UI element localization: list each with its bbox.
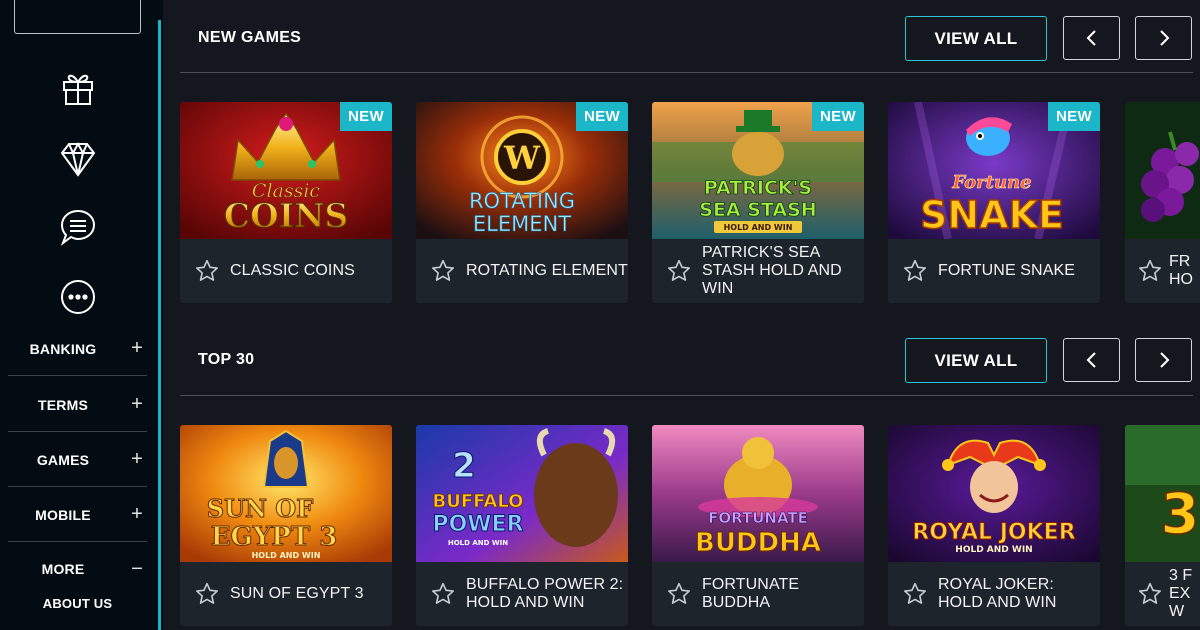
game-title: CLASSIC COINS: [230, 262, 355, 279]
section-title-new-games: NEW GAMES: [198, 29, 302, 46]
game-card[interactable]: 2 BUFFALO POWER HOLD AND WIN BUFFALO POW…: [416, 425, 628, 626]
section-divider: [180, 395, 1193, 396]
chevron-left-icon: [1086, 352, 1096, 368]
art-text: HOLD AND WIN: [955, 545, 1032, 555]
about-us-link[interactable]: ABOUT US: [8, 596, 147, 611]
menu-label: BANKING: [29, 340, 97, 357]
art-text: SNAKE: [920, 193, 1064, 237]
game-title: ROTATING ELEMENT: [466, 262, 628, 279]
game-card[interactable]: SUN OF EGYPT 3 HOLD AND WIN SUN OF EGYPT…: [180, 425, 392, 626]
game-thumbnail: FORTUNATE BUDDHA: [652, 425, 864, 562]
art-text: EGYPT 3: [211, 522, 338, 552]
art-text: SEA STASH: [699, 199, 816, 221]
expand-icon[interactable]: +: [127, 448, 147, 471]
game-title: PATRICK'S SEA STASH HOLD AND WIN: [702, 244, 842, 297]
game-thumbnail: SUN OF EGYPT 3 HOLD AND WIN: [180, 425, 392, 562]
game-title: FR HO: [1169, 253, 1193, 288]
favorite-star-icon[interactable]: [194, 258, 220, 284]
art-text: ROTATING: [469, 189, 575, 213]
art-text: Fortune: [951, 172, 1031, 193]
gift-icon[interactable]: [56, 66, 100, 110]
menu-label: MOBILE: [35, 506, 91, 523]
diamond-icon[interactable]: [56, 137, 100, 181]
menu-banking[interactable]: BANKING +: [8, 322, 147, 376]
game-card[interactable]: PATRICK'S SEA STASH HOLD AND WIN NEW PAT…: [652, 102, 864, 303]
more-icon[interactable]: [56, 275, 100, 319]
art-text: 2: [452, 446, 476, 486]
game-title: SUN OF EGYPT 3: [230, 585, 364, 602]
art-text: W: [503, 139, 541, 177]
game-thumbnail: [1125, 102, 1200, 239]
menu-mobile[interactable]: MOBILE +: [8, 488, 147, 542]
art-text: BUDDHA: [695, 528, 821, 558]
game-thumbnail: 2 BUFFALO POWER HOLD AND WIN: [416, 425, 628, 562]
art-text: HOLD AND WIN: [724, 223, 793, 232]
new-badge: NEW: [340, 102, 392, 131]
game-title: ROYAL JOKER: HOLD AND WIN: [938, 576, 1057, 611]
favorite-star-icon[interactable]: [194, 581, 220, 607]
favorite-star-icon[interactable]: [902, 581, 928, 607]
sidebar: BANKING + TERMS + GAMES + MOBILE + MORE …: [0, 0, 163, 630]
new-badge: NEW: [1048, 102, 1100, 131]
game-thumbnail: 3: [1125, 425, 1200, 562]
game-title: FORTUNE SNAKE: [938, 262, 1076, 279]
game-card[interactable]: ROYAL JOKER HOLD AND WIN ROYAL JOKER: HO…: [888, 425, 1100, 626]
favorite-star-icon[interactable]: [666, 258, 692, 284]
favorite-star-icon[interactable]: [666, 581, 692, 607]
logo[interactable]: [14, 0, 141, 34]
game-card[interactable]: Classic COINS NEW CLASSIC COINS: [180, 102, 392, 303]
art-text: BUFFALO: [433, 491, 524, 512]
collapse-icon[interactable]: −: [127, 558, 147, 581]
expand-icon[interactable]: +: [127, 337, 147, 360]
art-text: HOLD AND WIN: [252, 551, 321, 560]
new-badge: NEW: [812, 102, 864, 131]
game-card[interactable]: W ROTATING ELEMENT NEW ROTATING ELEMENT: [416, 102, 628, 303]
next-button[interactable]: [1135, 16, 1192, 60]
game-card[interactable]: FORTUNATE BUDDHA FORTUNATE BUDDHA: [652, 425, 864, 626]
prev-button[interactable]: [1063, 16, 1120, 60]
favorite-star-icon[interactable]: [430, 581, 456, 607]
chevron-left-icon: [1086, 30, 1096, 46]
chat-icon[interactable]: [56, 205, 100, 249]
art-text: ROYAL JOKER: [912, 520, 1075, 545]
expand-icon[interactable]: +: [127, 393, 147, 416]
game-card[interactable]: Fortune SNAKE NEW FORTUNE SNAKE: [888, 102, 1100, 303]
favorite-star-icon[interactable]: [1137, 581, 1163, 607]
view-all-button[interactable]: VIEW ALL: [905, 338, 1047, 383]
art-text: COINS: [224, 196, 348, 235]
game-title: 3 F EX W: [1169, 567, 1193, 620]
view-all-button[interactable]: VIEW ALL: [905, 16, 1047, 61]
prev-button[interactable]: [1063, 338, 1120, 382]
chevron-right-icon: [1159, 352, 1169, 368]
game-card-partial[interactable]: 3 3 F EX W: [1125, 425, 1200, 626]
game-title: FORTUNATE BUDDHA: [702, 576, 800, 611]
menu-label: TERMS: [38, 396, 88, 413]
chevron-right-icon: [1159, 30, 1169, 46]
art-text: PATRICK'S: [704, 177, 812, 199]
favorite-star-icon[interactable]: [430, 258, 456, 284]
favorite-star-icon[interactable]: [1137, 258, 1163, 284]
svg-text:3: 3: [1161, 482, 1200, 547]
game-title: BUFFALO POWER 2: HOLD AND WIN: [466, 576, 624, 611]
menu-label: MORE: [41, 561, 85, 577]
menu-label: GAMES: [36, 451, 90, 468]
art-text: ELEMENT: [473, 212, 571, 236]
section-divider: [180, 72, 1193, 73]
favorite-star-icon[interactable]: [902, 258, 928, 284]
new-badge: NEW: [576, 102, 628, 131]
expand-icon[interactable]: +: [127, 503, 147, 526]
sidebar-accent-bar: [158, 20, 161, 630]
menu-terms[interactable]: TERMS +: [8, 378, 147, 432]
art-text: FORTUNATE: [708, 509, 808, 527]
art-text: SUN OF: [207, 494, 314, 523]
game-thumbnail: ROYAL JOKER HOLD AND WIN: [888, 425, 1100, 562]
menu-games[interactable]: GAMES +: [8, 433, 147, 487]
menu-more[interactable]: MORE −: [8, 542, 147, 596]
art-text: HOLD AND WIN: [448, 539, 508, 547]
section-title-top-30: TOP 30: [198, 351, 255, 368]
art-text: POWER: [432, 512, 523, 537]
game-card-partial[interactable]: FR HO: [1125, 102, 1200, 303]
next-button[interactable]: [1135, 338, 1192, 382]
